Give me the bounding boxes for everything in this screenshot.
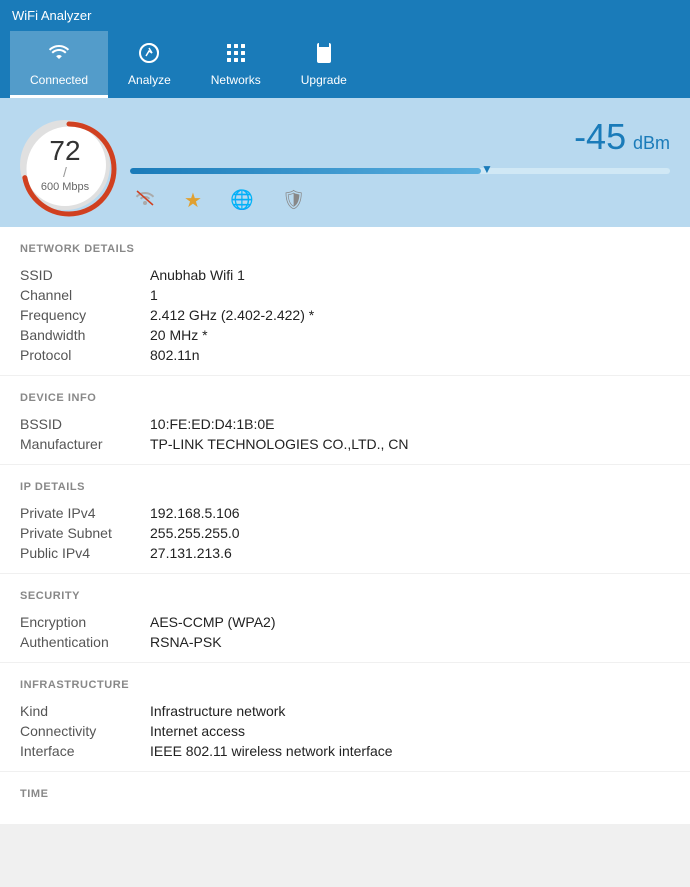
connectivity-value: Internet access bbox=[150, 723, 670, 739]
channel-value: 1 bbox=[150, 287, 670, 303]
title-bar: WiFi Analyzer bbox=[0, 0, 690, 31]
signal-right: -45 dBm ▼ ★ 🌐 🛡 bbox=[130, 116, 670, 213]
score-speed: 600 Mbps bbox=[41, 181, 89, 193]
frequency-label: Frequency bbox=[20, 307, 150, 323]
score-number: 72 bbox=[49, 137, 80, 165]
infrastructure-grid: Kind Infrastructure network Connectivity… bbox=[20, 703, 670, 759]
protocol-label: Protocol bbox=[20, 347, 150, 363]
ip-details-grid: Private IPv4 192.168.5.106 Private Subne… bbox=[20, 505, 670, 561]
section-title-security: SECURITY bbox=[20, 590, 670, 602]
authentication-label: Authentication bbox=[20, 634, 150, 650]
private-ipv4-value: 192.168.5.106 bbox=[150, 505, 670, 521]
section-title-infrastructure: INFRASTRUCTURE bbox=[20, 679, 670, 691]
kind-label: Kind bbox=[20, 703, 150, 719]
nav-bar: Connected Analyze bbox=[0, 31, 690, 98]
action-icons: ★ 🌐 🛡 bbox=[130, 184, 670, 213]
nav-label-connected: Connected bbox=[30, 73, 88, 87]
device-info-grid: BSSID 10:FE:ED:D4:1B:0E Manufacturer TP-… bbox=[20, 416, 670, 452]
channel-label: Channel bbox=[20, 287, 150, 303]
ssid-value: Anubhab Wifi 1 bbox=[150, 267, 670, 283]
authentication-value: RSNA-PSK bbox=[150, 634, 670, 650]
ssid-label: SSID bbox=[20, 267, 150, 283]
globe-icon[interactable]: 🌐 bbox=[230, 188, 254, 213]
section-title-device-info: DEVICE INFO bbox=[20, 392, 670, 404]
nav-label-networks: Networks bbox=[211, 73, 261, 87]
public-ipv4-label: Public IPv4 bbox=[20, 545, 150, 561]
section-network-details: NETWORK DETAILS SSID Anubhab Wifi 1 Chan… bbox=[0, 227, 690, 376]
dbm-unit: dBm bbox=[633, 133, 670, 153]
encryption-label: Encryption bbox=[20, 614, 150, 630]
section-title-network-details: NETWORK DETAILS bbox=[20, 243, 670, 255]
networks-icon bbox=[224, 41, 248, 69]
section-security: SECURITY Encryption AES-CCMP (WPA2) Auth… bbox=[0, 574, 690, 663]
private-subnet-value: 255.255.255.0 bbox=[150, 525, 670, 541]
signal-marker-icon: ▼ bbox=[481, 162, 493, 176]
content-area: NETWORK DETAILS SSID Anubhab Wifi 1 Chan… bbox=[0, 227, 690, 825]
encryption-value: AES-CCMP (WPA2) bbox=[150, 614, 670, 630]
nav-item-connected[interactable]: Connected bbox=[10, 31, 108, 98]
manufacturer-label: Manufacturer bbox=[20, 436, 150, 452]
section-ip-details: IP DETAILS Private IPv4 192.168.5.106 Pr… bbox=[0, 465, 690, 574]
private-ipv4-label: Private IPv4 bbox=[20, 505, 150, 521]
analyze-icon bbox=[137, 41, 161, 69]
score-circle: 72 / 600 Mbps bbox=[20, 120, 110, 210]
app-title: WiFi Analyzer bbox=[12, 8, 91, 23]
shield-icon[interactable]: 🛡 bbox=[282, 188, 306, 213]
bssid-label: BSSID bbox=[20, 416, 150, 432]
manufacturer-value: TP-LINK TECHNOLOGIES CO.,LTD., CN bbox=[150, 436, 670, 452]
section-title-ip-details: IP DETAILS bbox=[20, 481, 670, 493]
nav-item-upgrade[interactable]: Upgrade bbox=[281, 31, 367, 98]
nav-item-networks[interactable]: Networks bbox=[191, 31, 281, 98]
signal-bar-track bbox=[130, 168, 670, 174]
private-subnet-label: Private Subnet bbox=[20, 525, 150, 541]
connectivity-label: Connectivity bbox=[20, 723, 150, 739]
signal-bar-container: ▼ bbox=[130, 164, 670, 178]
protocol-value: 802.11n bbox=[150, 347, 670, 363]
bandwidth-label: Bandwidth bbox=[20, 327, 150, 343]
nav-label-analyze: Analyze bbox=[128, 73, 171, 87]
public-ipv4-value: 27.131.213.6 bbox=[150, 545, 670, 561]
section-device-info: DEVICE INFO BSSID 10:FE:ED:D4:1B:0E Manu… bbox=[0, 376, 690, 465]
security-grid: Encryption AES-CCMP (WPA2) Authenticatio… bbox=[20, 614, 670, 650]
signal-area: 72 / 600 Mbps -45 dBm ▼ ★ bbox=[0, 98, 690, 227]
wifi-detail-icon[interactable] bbox=[134, 188, 156, 213]
nav-label-upgrade: Upgrade bbox=[301, 73, 347, 87]
star-icon[interactable]: ★ bbox=[184, 188, 202, 213]
section-time: TIME bbox=[0, 772, 690, 825]
bssid-value: 10:FE:ED:D4:1B:0E bbox=[150, 416, 670, 432]
interface-label: Interface bbox=[20, 743, 150, 759]
wifi-icon bbox=[47, 41, 71, 69]
nav-item-analyze[interactable]: Analyze bbox=[108, 31, 191, 98]
upgrade-icon bbox=[312, 41, 336, 69]
score-slash: / bbox=[63, 165, 67, 179]
section-infrastructure: INFRASTRUCTURE Kind Infrastructure netwo… bbox=[0, 663, 690, 772]
section-title-time: TIME bbox=[20, 788, 670, 800]
dbm-display: -45 dBm bbox=[130, 116, 670, 158]
signal-bar-fill bbox=[130, 168, 481, 174]
network-details-grid: SSID Anubhab Wifi 1 Channel 1 Frequency … bbox=[20, 267, 670, 363]
bandwidth-value: 20 MHz * bbox=[150, 327, 670, 343]
frequency-value: 2.412 GHz (2.402-2.422) * bbox=[150, 307, 670, 323]
interface-value: IEEE 802.11 wireless network interface bbox=[150, 743, 670, 759]
kind-value: Infrastructure network bbox=[150, 703, 670, 719]
dbm-value: -45 bbox=[574, 116, 626, 157]
